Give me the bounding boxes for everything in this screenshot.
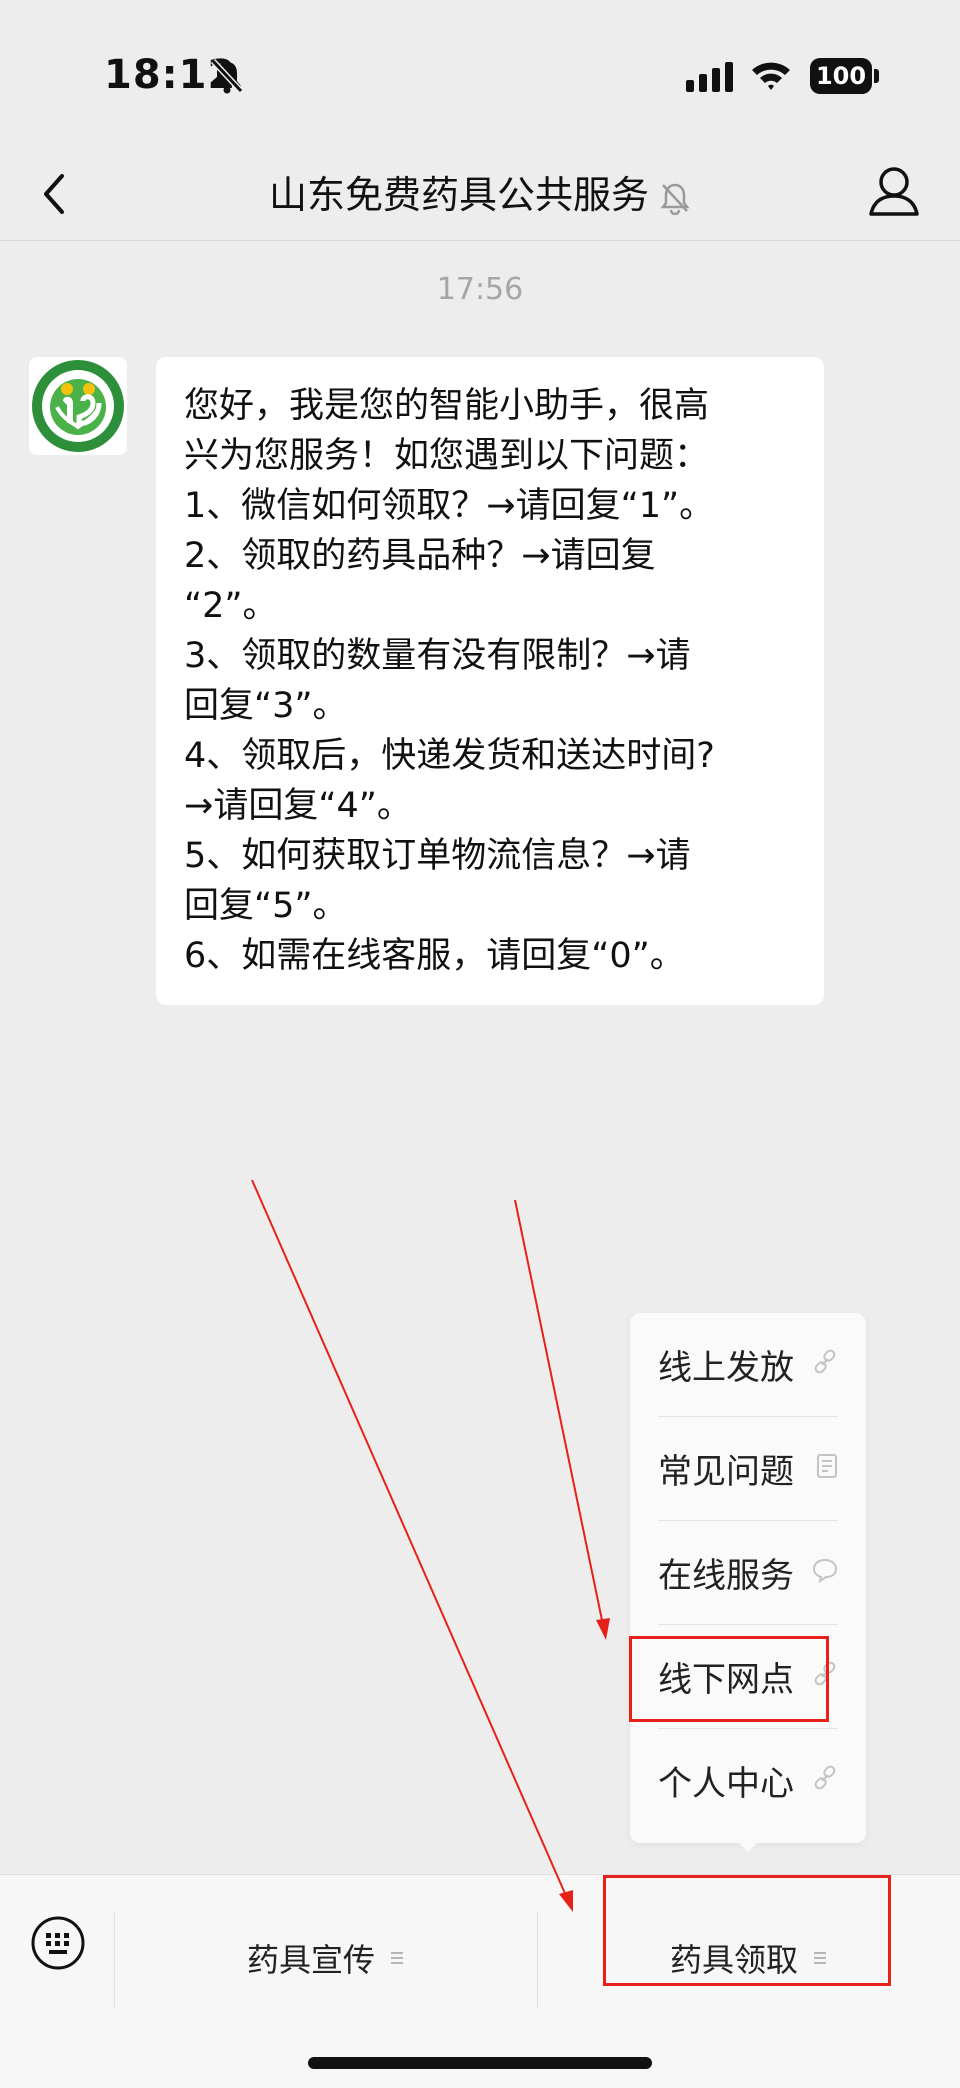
home-indicator	[308, 2057, 652, 2069]
annotation-arrow-to-tab	[251, 1179, 568, 1899]
arrowhead	[559, 1890, 573, 1912]
annotation-arrow-to-outlets	[514, 1199, 604, 1626]
annotation-arrows	[251, 1179, 610, 1912]
arrowhead	[596, 1618, 610, 1640]
